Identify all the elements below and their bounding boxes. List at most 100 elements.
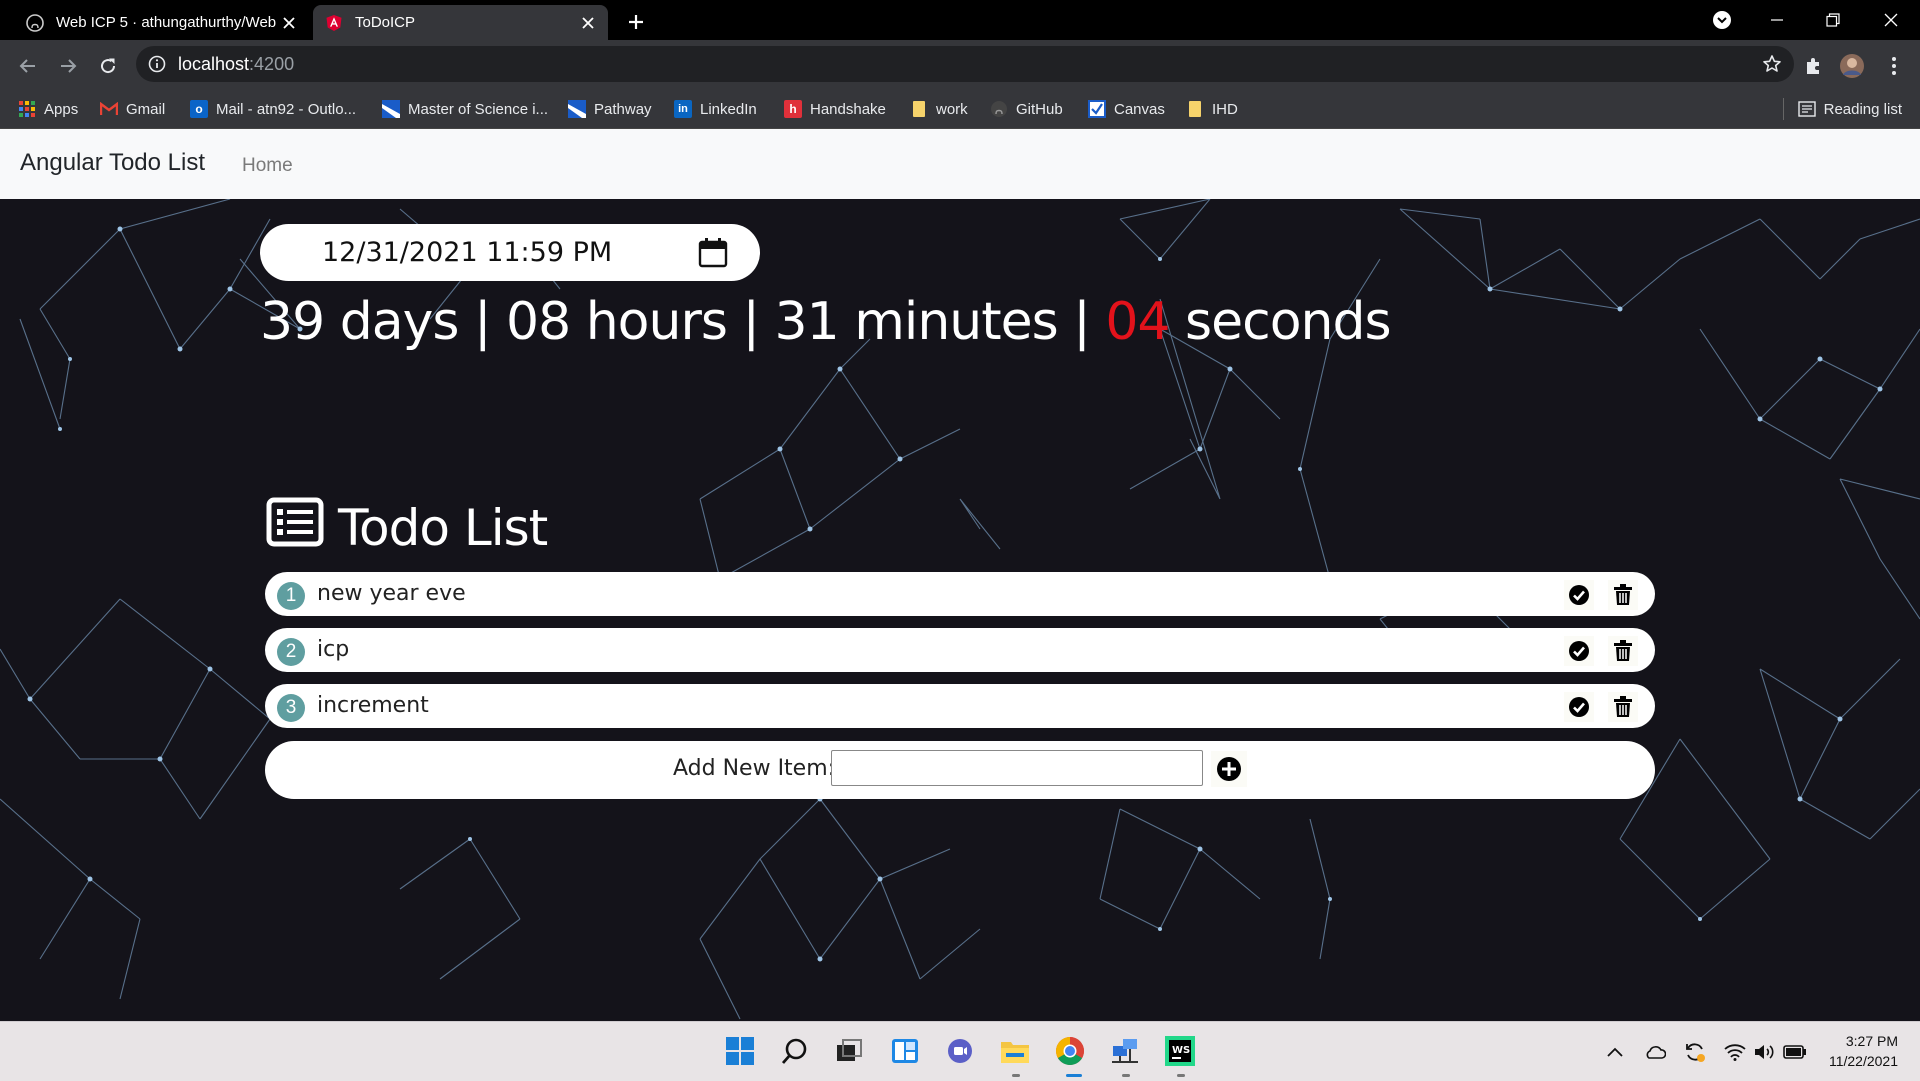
chevron-up-icon: [1607, 1047, 1623, 1057]
datetime-input[interactable]: [322, 234, 652, 270]
battery-icon[interactable]: [1782, 1039, 1808, 1065]
delete-button[interactable]: [1608, 636, 1638, 666]
todo-heading-title: Todo List: [338, 499, 548, 557]
running-indicator: [1177, 1074, 1185, 1077]
reload-button[interactable]: [92, 50, 124, 82]
bookmark-github[interactable]: GitHub: [990, 98, 1063, 120]
show-hidden-icons-button[interactable]: [1602, 1039, 1628, 1065]
complete-button[interactable]: [1564, 580, 1594, 610]
profile-button[interactable]: [1836, 50, 1868, 82]
minimize-button[interactable]: [1756, 0, 1798, 40]
apps-grid-icon: [18, 100, 36, 118]
datetime-picker: [260, 224, 760, 281]
plus-circle-icon: [1217, 757, 1241, 781]
countdown-separator: |: [742, 292, 760, 352]
tab-title: Web ICP 5 · athungathurthy/Web: [56, 14, 277, 31]
bookmark-folder-ihd[interactable]: IHD: [1186, 98, 1238, 120]
bookmark-folder-work[interactable]: work: [910, 98, 968, 120]
close-tab-icon[interactable]: [277, 11, 301, 35]
arrow-right-icon: [61, 59, 77, 73]
browser-menu-button[interactable]: [1878, 50, 1910, 82]
wifi-icon[interactable]: [1722, 1039, 1748, 1065]
calendar-icon[interactable]: [698, 237, 728, 272]
windows-start-icon[interactable]: [723, 1034, 757, 1068]
plus-icon: [629, 15, 643, 29]
webstorm-icon[interactable]: WS: [1163, 1034, 1197, 1068]
minimize-icon: [1771, 19, 1783, 21]
close-window-button[interactable]: [1870, 0, 1912, 40]
site-info-icon[interactable]: [148, 55, 166, 77]
teams-chat-icon[interactable]: [943, 1034, 977, 1068]
bookmark-handshake[interactable]: h Handshake: [784, 98, 886, 120]
list-icon: [266, 497, 324, 559]
delete-button[interactable]: [1608, 692, 1638, 722]
back-button[interactable]: [12, 50, 44, 82]
address-bar[interactable]: localhost:4200: [136, 46, 1794, 82]
volume-icon[interactable]: [1752, 1039, 1778, 1065]
search-icon[interactable]: [778, 1034, 812, 1068]
windows-taskbar: WS 3:27 PM 11/22/2021: [0, 1021, 1920, 1081]
restore-button[interactable]: [1812, 0, 1854, 40]
tab-todoicp[interactable]: ToDoICP: [313, 5, 608, 40]
file-explorer-icon[interactable]: [998, 1034, 1032, 1068]
todo-heading: Todo List: [266, 497, 548, 559]
countdown-seconds-label: seconds: [1185, 292, 1392, 352]
angular-icon: [325, 14, 343, 32]
complete-button[interactable]: [1564, 692, 1594, 722]
bookmark-apps[interactable]: Apps: [18, 98, 78, 120]
add-item-button[interactable]: [1211, 751, 1247, 787]
navbar-brand[interactable]: Angular Todo List: [20, 149, 205, 177]
bookmarks-separator: [1782, 98, 1784, 120]
new-tab-button[interactable]: [622, 8, 650, 36]
forward-button[interactable]: [52, 50, 84, 82]
linkedin-icon: in: [674, 100, 692, 118]
todo-item-text: increment: [317, 693, 429, 718]
todo-item-number: 1: [277, 582, 305, 610]
system-clock[interactable]: 3:27 PM 11/22/2021: [1829, 1031, 1898, 1071]
folder-icon: [910, 100, 928, 118]
network-app-icon[interactable]: [1108, 1034, 1142, 1068]
reading-list-label: Reading list: [1823, 100, 1902, 118]
countdown-days: 39 days: [260, 292, 459, 352]
url-text[interactable]: localhost:4200: [178, 54, 294, 75]
countdown-timer: 39 days | 08 hours | 31 minutes | 04 sec…: [260, 292, 1392, 352]
widgets-icon[interactable]: [888, 1034, 922, 1068]
add-item-form: Add New Item:: [265, 741, 1655, 799]
bookmark-linkedin[interactable]: in LinkedIn: [674, 98, 757, 120]
close-tab-icon[interactable]: [576, 11, 600, 35]
bookmark-label: GitHub: [1016, 100, 1063, 118]
bookmark-canvas[interactable]: Canvas: [1088, 98, 1165, 120]
extensions-button[interactable]: [1797, 50, 1829, 82]
reading-list-button[interactable]: Reading list: [1782, 98, 1902, 120]
delete-button[interactable]: [1608, 580, 1638, 610]
nav-link-home[interactable]: Home: [242, 155, 293, 177]
gmail-icon: [100, 100, 118, 118]
bookmark-label: Pathway: [594, 100, 652, 118]
check-circle-icon: [1569, 641, 1589, 661]
folder-icon: [1186, 100, 1204, 118]
onedrive-icon[interactable]: [1642, 1039, 1668, 1065]
umkc-icon: [382, 100, 400, 118]
complete-button[interactable]: [1564, 636, 1594, 666]
tab-title: ToDoICP: [355, 14, 416, 31]
bookmark-pathway[interactable]: Pathway: [568, 98, 652, 120]
check-circle-icon: [1569, 585, 1589, 605]
task-view-icon[interactable]: [832, 1034, 866, 1068]
tab-web-icp[interactable]: Web ICP 5 · athungathurthy/Web: [14, 5, 309, 40]
add-item-input[interactable]: [831, 750, 1203, 786]
outlook-icon: o: [190, 100, 208, 118]
todo-item-number: 3: [277, 694, 305, 722]
profile-download-button[interactable]: [1706, 0, 1738, 40]
bookmark-label: work: [936, 100, 968, 118]
bookmark-label: Apps: [44, 100, 79, 118]
bookmark-star-icon[interactable]: [1762, 54, 1782, 78]
trash-icon: [1614, 696, 1632, 717]
bookmark-gmail[interactable]: Gmail: [100, 98, 165, 120]
bookmark-outlook[interactable]: o Mail - atn92 - Outlo...: [190, 98, 356, 120]
sync-icon[interactable]: [1682, 1039, 1708, 1065]
bookmark-master-of-science[interactable]: Master of Science i...: [382, 98, 548, 120]
bookmark-label: Handshake: [810, 100, 886, 118]
chrome-icon[interactable]: [1053, 1034, 1087, 1068]
bookmark-label: Mail - atn92 - Outlo...: [216, 100, 357, 118]
bookmark-label: Canvas: [1114, 100, 1165, 118]
